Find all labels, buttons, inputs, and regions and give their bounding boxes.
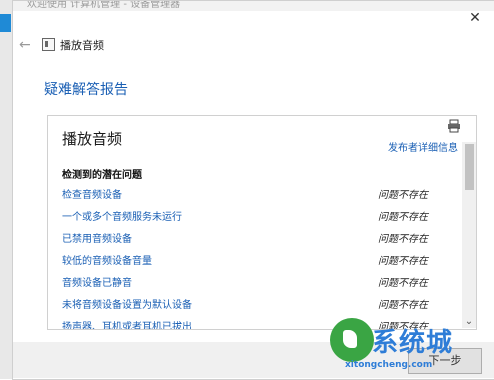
section-header: 检测到的潜在问题 xyxy=(62,170,142,181)
report-panel: 播放音频 发布者详细信息 检测到的潜在问题 检查音频设备 问题不存在 一个或多个… xyxy=(47,115,477,330)
publisher-details-link[interactable]: 发布者详细信息 xyxy=(388,139,458,154)
watermark-brand: 系统城 xyxy=(372,328,454,358)
close-button[interactable]: ✕ xyxy=(464,7,486,29)
scroll-down-icon[interactable]: ⌄ xyxy=(463,316,475,327)
vertical-scrollbar[interactable]: ⌄ xyxy=(462,142,476,328)
background-app-icon xyxy=(0,14,11,32)
list-item: 一个或多个音频服务未运行 问题不存在 xyxy=(62,208,428,230)
list-item: 未将音频设备设置为默认设备 问题不存在 xyxy=(62,296,428,318)
issue-link[interactable]: 扬声器、耳机或者耳机已拔出 xyxy=(62,318,192,329)
troubleshooter-icon xyxy=(42,38,55,51)
page-title: 疑难解答报告 xyxy=(44,82,128,98)
list-item: 较低的音频设备音量 问题不存在 xyxy=(62,252,428,274)
nav-title: 播放音频 xyxy=(60,39,104,52)
watermark-logo xyxy=(330,318,374,362)
scroll-thumb[interactable] xyxy=(465,144,474,190)
issue-link[interactable]: 较低的音频设备音量 xyxy=(62,252,152,267)
back-button[interactable]: ← xyxy=(19,37,31,53)
issue-link[interactable]: 未将音频设备设置为默认设备 xyxy=(62,296,192,311)
issue-link[interactable]: 一个或多个音频服务未运行 xyxy=(62,208,182,223)
issue-status: 问题不存在 xyxy=(378,234,428,245)
issue-link[interactable]: 已禁用音频设备 xyxy=(62,230,132,245)
background-window-titlebar: 欢迎使用 计算机管理 - 设备管理器 xyxy=(13,1,494,11)
close-icon: ✕ xyxy=(469,10,481,26)
issue-status: 问题不存在 xyxy=(378,212,428,223)
issue-status: 问题不存在 xyxy=(378,190,428,201)
list-item: 检查音频设备 问题不存在 xyxy=(62,186,428,208)
back-arrow-icon: ← xyxy=(19,37,31,53)
list-item: 音频设备已静音 问题不存在 xyxy=(62,274,428,296)
report-heading: 播放音频 xyxy=(62,130,123,148)
issue-link[interactable]: 检查音频设备 xyxy=(62,186,122,201)
issue-link[interactable]: 音频设备已静音 xyxy=(62,274,132,289)
list-item: 已禁用音频设备 问题不存在 xyxy=(62,230,428,252)
background-window-title: 欢迎使用 计算机管理 - 设备管理器 xyxy=(27,1,181,10)
issue-status: 问题不存在 xyxy=(378,256,428,267)
issue-status: 问题不存在 xyxy=(378,300,428,311)
watermark-url: xitongcheng.com xyxy=(345,360,433,370)
issue-status: 问题不存在 xyxy=(378,278,428,289)
printer-icon[interactable] xyxy=(447,119,461,133)
